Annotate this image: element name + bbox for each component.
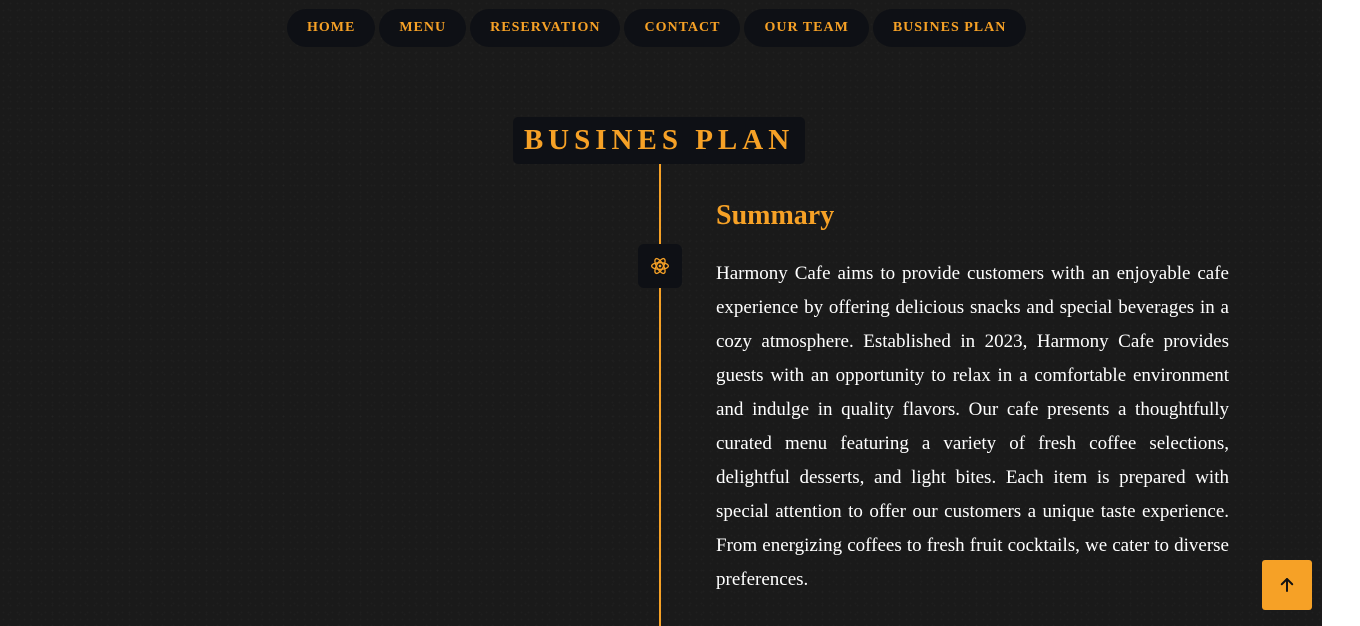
nav-menu[interactable]: MENU [379, 9, 467, 47]
timeline-line [659, 164, 661, 626]
nav-our-team[interactable]: OUR TEAM [744, 9, 869, 47]
nav-reservation[interactable]: RESERVATION [470, 9, 621, 47]
timeline-icon-badge [638, 244, 682, 288]
nav-home[interactable]: HOME [287, 9, 376, 47]
nav-contact[interactable]: CONTACT [624, 9, 741, 47]
nav-busines-plan[interactable]: BUSINES PLAN [872, 9, 1027, 47]
main-nav: HOME MENU RESERVATION CONTACT OUR TEAM B… [287, 9, 1027, 47]
summary-title: Summary [716, 200, 835, 231]
atom-icon [651, 257, 669, 275]
summary-text: Harmony Cafe aims to provide customers w… [716, 263, 1229, 590]
arrow-up-icon [1280, 578, 1294, 592]
section-title: BUSINES PLAN [513, 117, 805, 164]
page: HOME MENU RESERVATION CONTACT OUR TEAM B… [0, 0, 1322, 626]
scroll-to-top-button[interactable] [1262, 560, 1312, 610]
